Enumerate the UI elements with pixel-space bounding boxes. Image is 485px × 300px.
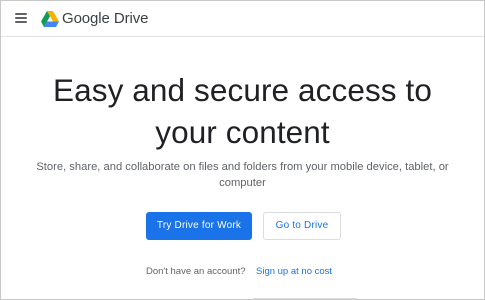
hero-title-line-2: your content [155, 114, 330, 150]
partial-offscreen-element [253, 298, 357, 299]
google-drive-logo[interactable]: Google Drive [41, 9, 148, 29]
hero-subtitle: Store, share, and collaborate on files a… [36, 161, 449, 189]
brand-name: Google Drive [62, 10, 149, 27]
no-account-text: Don't have an account? [146, 266, 246, 277]
google-drive-logo-icon [41, 11, 59, 27]
sign-up-link[interactable]: Sign up at no cost [256, 266, 332, 278]
try-drive-for-work-button[interactable]: Try Drive for Work [146, 212, 252, 240]
hero-title-line-1: Easy and secure access to [53, 72, 432, 108]
page-frame: Google Drive Easy and secure access to y… [0, 0, 485, 300]
go-to-drive-button[interactable]: Go to Drive [263, 212, 341, 240]
hamburger-menu-icon[interactable] [15, 12, 28, 24]
hero-title: Easy and secure access to your content [1, 69, 484, 153]
top-header: Google Drive [1, 1, 484, 37]
